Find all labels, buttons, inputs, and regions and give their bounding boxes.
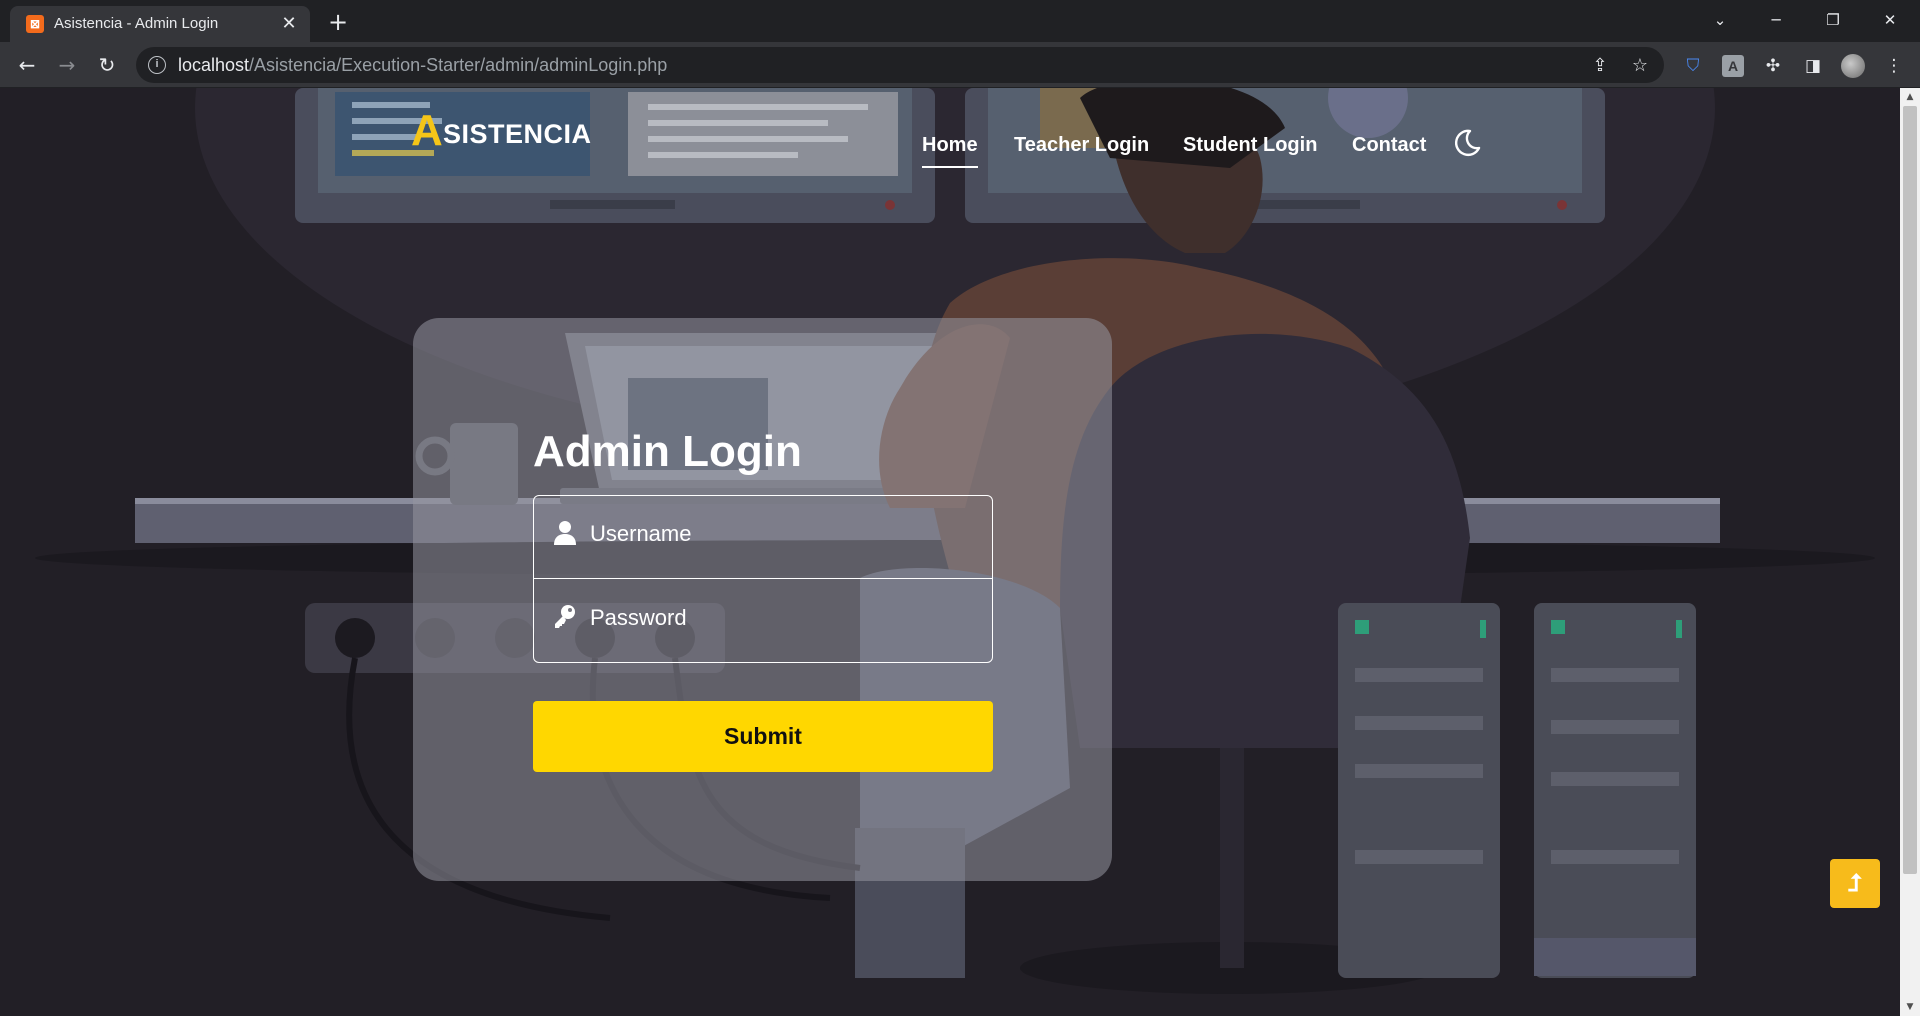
login-fields bbox=[533, 495, 993, 663]
page-scrollbar[interactable]: ▲ ▼ bbox=[1900, 88, 1920, 1016]
password-field bbox=[534, 580, 992, 663]
tab-title: Asistencia - Admin Login bbox=[54, 15, 219, 32]
scroll-down-arrow-icon[interactable]: ▼ bbox=[1900, 998, 1920, 1016]
scroll-up-arrow-icon[interactable]: ▲ bbox=[1900, 88, 1920, 106]
nav-teacher-login[interactable]: Teacher Login bbox=[1014, 133, 1149, 157]
restore-button[interactable]: ❐ bbox=[1813, 6, 1853, 34]
username-field bbox=[534, 496, 992, 579]
bookmark-star-icon[interactable]: ☆ bbox=[1628, 54, 1652, 78]
user-icon bbox=[554, 521, 576, 545]
new-tab-button[interactable]: + bbox=[324, 8, 352, 36]
address-bar[interactable]: i localhost/Asistencia/Execution-Starter… bbox=[136, 47, 1664, 83]
nav-student-login[interactable]: Student Login bbox=[1183, 133, 1317, 157]
close-window-button[interactable]: ✕ bbox=[1870, 6, 1910, 34]
profile-avatar[interactable] bbox=[1841, 54, 1865, 78]
logo-first-letter: A bbox=[411, 106, 443, 155]
page-title: Admin Login bbox=[533, 427, 802, 476]
page-viewport: A SISTENCIA Home Teacher Login Student L… bbox=[0, 88, 1920, 1016]
url-text[interactable]: localhost/Asistencia/Execution-Starter/a… bbox=[178, 56, 667, 74]
forward-button[interactable]: → bbox=[52, 50, 82, 80]
back-button[interactable]: ← bbox=[12, 50, 42, 80]
logo-text: SISTENCIA bbox=[443, 119, 592, 149]
login-card: Admin Login Submit bbox=[413, 318, 1112, 881]
kebab-menu-icon[interactable]: ⋮ bbox=[1883, 55, 1905, 77]
key-icon bbox=[555, 605, 575, 628]
browser-toolbar: ← → ↻ i localhost/Asistencia/Execution-S… bbox=[0, 42, 1920, 88]
reload-button[interactable]: ↻ bbox=[92, 50, 122, 80]
share-icon[interactable]: ⇪ bbox=[1588, 54, 1612, 78]
scrollbar-thumb[interactable] bbox=[1903, 106, 1917, 874]
browser-tab-bar: ⊠ Asistencia - Admin Login ✕ + ⌄ ─ ❐ ✕ bbox=[0, 0, 1920, 42]
minimize-button[interactable]: ─ bbox=[1756, 6, 1796, 34]
side-panel-icon[interactable]: ◨ bbox=[1802, 55, 1824, 77]
tab-search-dropdown-icon[interactable]: ⌄ bbox=[1700, 6, 1740, 34]
submit-button[interactable]: Submit bbox=[533, 701, 993, 772]
moon-icon[interactable] bbox=[1452, 128, 1482, 158]
site-info-icon[interactable]: i bbox=[148, 56, 166, 74]
password-input[interactable] bbox=[590, 598, 970, 638]
back-to-top-button[interactable]: ⮥ bbox=[1830, 859, 1880, 908]
username-input[interactable] bbox=[590, 514, 970, 554]
puzzle-extensions-icon[interactable]: ✣ bbox=[1762, 55, 1784, 77]
back-to-top-icon: ⮥ bbox=[1847, 869, 1863, 897]
tab-close-icon[interactable]: ✕ bbox=[278, 13, 300, 35]
nav-contact[interactable]: Contact bbox=[1352, 133, 1426, 157]
xampp-favicon-icon: ⊠ bbox=[26, 15, 44, 33]
a-extension-icon[interactable]: A bbox=[1722, 55, 1744, 77]
browser-tab[interactable]: ⊠ Asistencia - Admin Login ✕ bbox=[10, 6, 310, 42]
nav-home[interactable]: Home bbox=[922, 133, 978, 168]
shield-extension-icon[interactable]: ⛉ bbox=[1682, 55, 1704, 77]
